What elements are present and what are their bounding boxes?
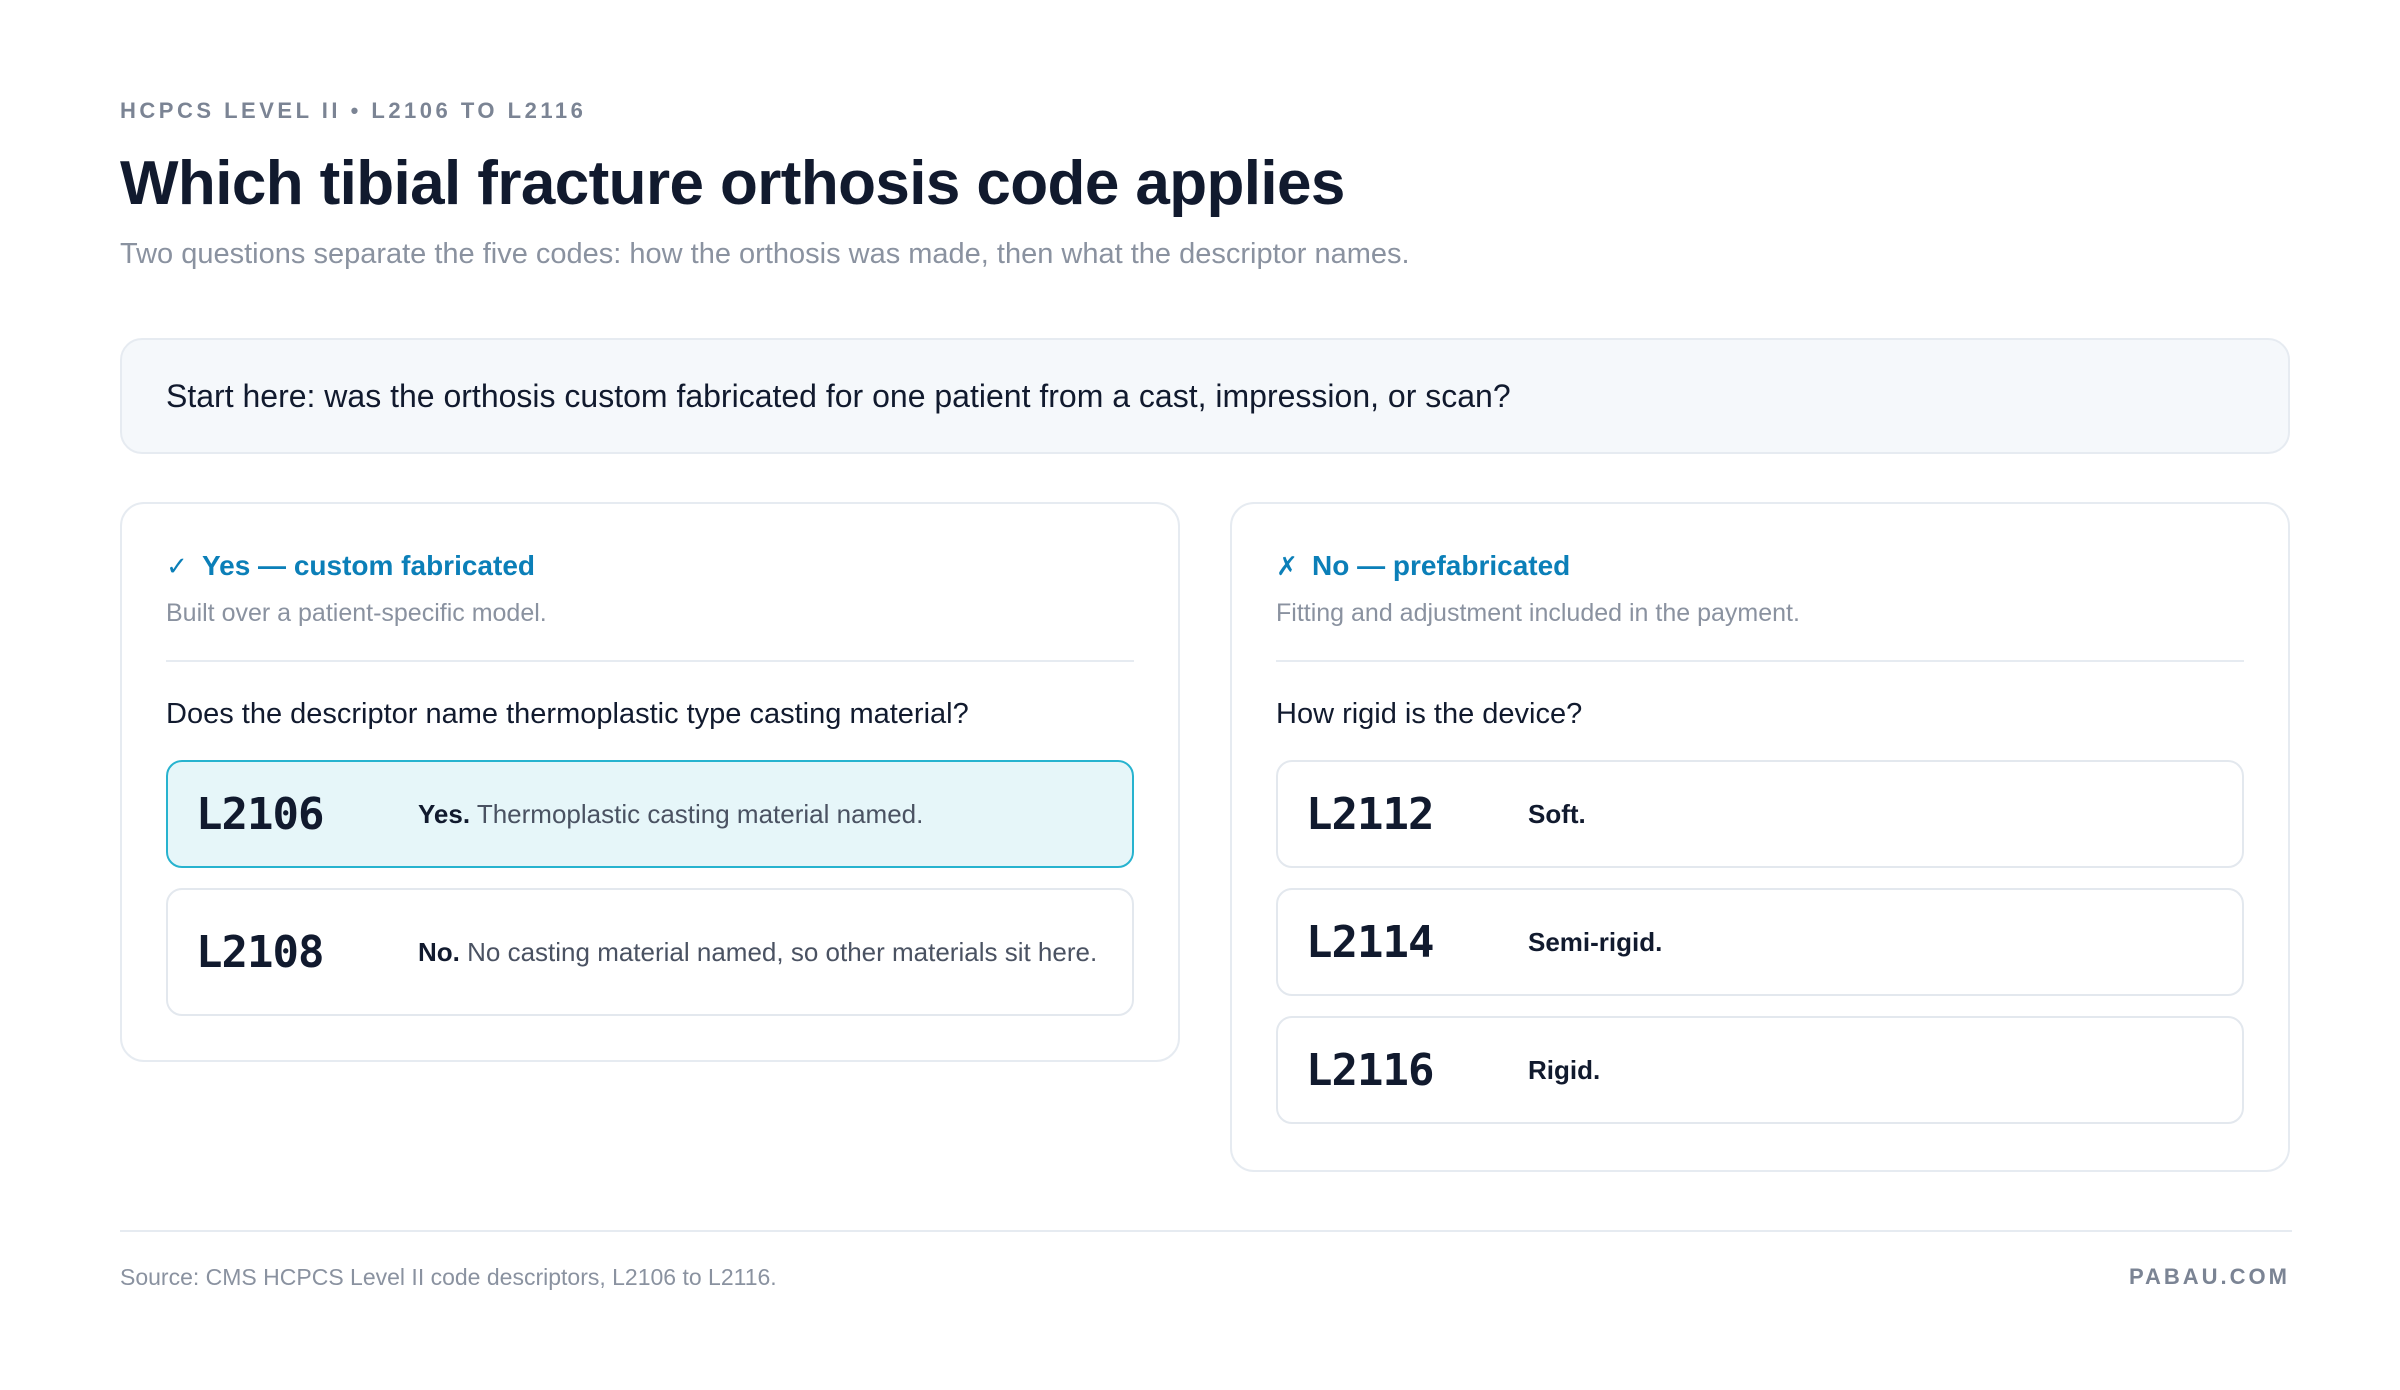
custom-branch-question: Does the descriptor name thermoplastic t… (166, 698, 969, 730)
code-option-l2108[interactable]: L2108 No. No casting material named, so … (166, 888, 1134, 1016)
prefab-branch-label: No — prefabricated (1312, 550, 1571, 581)
prefab-code-options: L2112 Soft. L2114 Semi-rigid. L2116 Rigi… (1276, 760, 2244, 1124)
code-detail: Thermoplastic casting material named. (476, 799, 924, 829)
custom-branch-heading: ✓ Yes — custom fabricated (166, 548, 1134, 584)
page: HCPCS LEVEL II • L2106 TO L2116 Which ti… (120, 96, 2292, 1290)
cross-icon: ✗ (1276, 551, 1298, 581)
code-answer: No. (418, 937, 460, 967)
code-answer: Semi-rigid. (1528, 927, 1663, 957)
page-title: Which tibial fracture orthosis code appl… (120, 149, 1345, 218)
code-label: L2112 (1306, 788, 1434, 840)
start-question-box: Start here: was the orthosis custom fabr… (120, 338, 2290, 454)
code-option-l2116[interactable]: L2116 Rigid. (1276, 1016, 2244, 1124)
divider (166, 660, 1134, 662)
code-option-l2114[interactable]: L2114 Semi-rigid. (1276, 888, 2244, 996)
code-answer: Yes. (418, 799, 471, 829)
divider (1276, 660, 2244, 662)
source-note: Source: CMS HCPCS Level II code descript… (120, 1264, 777, 1290)
check-icon: ✓ (166, 551, 188, 581)
code-label: L2114 (1306, 916, 1434, 968)
code-label: L2106 (196, 788, 324, 840)
code-answer: Rigid. (1528, 1055, 1601, 1085)
brand-link[interactable]: PABAU.COM (2129, 1262, 2290, 1292)
page-subtitle: Two questions separate the five codes: h… (120, 238, 1410, 270)
prefab-branch-note: Fitting and adjustment included in the p… (1276, 599, 1800, 627)
custom-fabricated-panel: ✓ Yes — custom fabricated Built over a p… (120, 502, 1180, 1062)
code-description: Semi-rigid. (1528, 923, 1662, 961)
custom-branch-label: Yes — custom fabricated (202, 550, 536, 581)
prefabricated-panel: ✗ No — prefabricated Fitting and adjustm… (1230, 502, 2290, 1172)
code-description: Yes. Thermoplastic casting material name… (418, 795, 923, 833)
code-description: No. No casting material named, so other … (418, 933, 1098, 971)
code-option-l2112[interactable]: L2112 Soft. (1276, 760, 2244, 868)
code-detail: No casting material named, so other mate… (467, 937, 1098, 967)
footer-divider (120, 1230, 2292, 1232)
custom-branch-note: Built over a patient-specific model. (166, 599, 547, 627)
code-description: Soft. (1528, 795, 1586, 833)
code-label: L2108 (196, 926, 324, 978)
code-option-l2106[interactable]: L2106 Yes. Thermoplastic casting materia… (166, 760, 1134, 868)
prefab-branch-heading: ✗ No — prefabricated (1276, 548, 2244, 584)
code-answer: Soft. (1528, 799, 1586, 829)
code-label: L2116 (1306, 1044, 1434, 1096)
code-description: Rigid. (1528, 1051, 1600, 1089)
start-question: Start here: was the orthosis custom fabr… (166, 378, 1511, 414)
custom-code-options: L2106 Yes. Thermoplastic casting materia… (166, 760, 1134, 1016)
prefab-branch-question: How rigid is the device? (1276, 698, 1583, 730)
eyebrow: HCPCS LEVEL II • L2106 TO L2116 (120, 98, 587, 123)
